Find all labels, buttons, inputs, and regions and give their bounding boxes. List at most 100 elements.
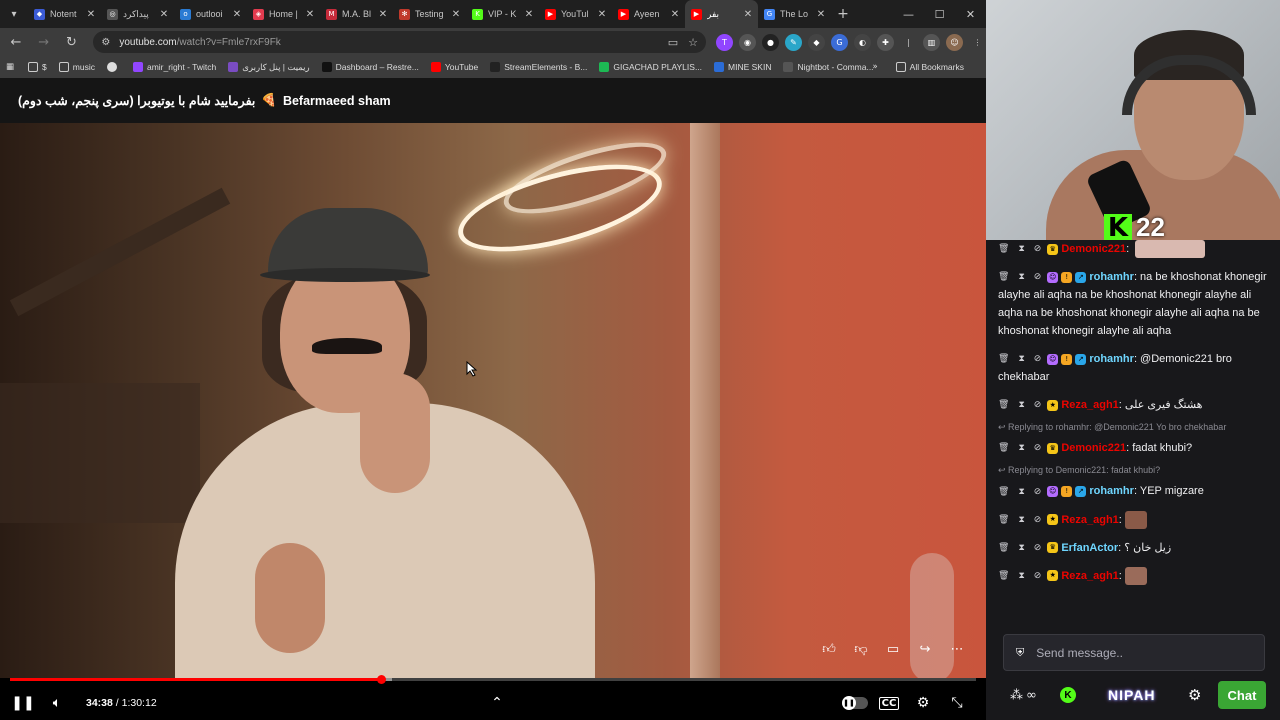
- kick-icon[interactable]: K: [1060, 687, 1076, 703]
- apps-icon[interactable]: ▦: [6, 62, 14, 72]
- browser-tab[interactable]: G The Lo ✕: [758, 0, 831, 28]
- reply-context[interactable]: ↩ Replying to Demonic221: fadat khubi?: [998, 465, 1270, 476]
- forward-icon[interactable]: →: [32, 30, 56, 54]
- emote-image[interactable]: [1124, 566, 1147, 585]
- comment-icon[interactable]: ▭: [882, 638, 904, 660]
- bookmark-item[interactable]: amir_right - Twitch: [132, 62, 216, 72]
- bookmark-item[interactable]: Nightbot - Comma...: [783, 62, 874, 72]
- browser-tab[interactable]: K VIP - K ✕: [466, 0, 539, 28]
- timeout-icon[interactable]: ⧗: [1018, 511, 1024, 529]
- reply-context[interactable]: ↩ Replying to rohamhr: @Demonic221 Yo br…: [998, 422, 1270, 433]
- chat-message[interactable]: 🗑︎ ⧗ ⊘ ★ Reza_agh1:: [998, 510, 1270, 529]
- exit-fullscreen-icon[interactable]: ⤡: [940, 686, 974, 720]
- browser-tab[interactable]: ◆ Notent ✕: [28, 0, 101, 28]
- bookmark-item[interactable]: YouTube: [430, 62, 478, 72]
- profile-avatar[interactable]: ☺: [945, 33, 963, 51]
- chat-send-button[interactable]: Chat: [1218, 681, 1266, 709]
- browser-tab[interactable]: ◈ Home | ✕: [247, 0, 320, 28]
- delete-icon[interactable]: 🗑︎: [998, 396, 1009, 414]
- progress-bar[interactable]: [10, 675, 976, 684]
- minimize-icon[interactable]: —: [893, 0, 924, 28]
- chat-username[interactable]: rohamhr: [1089, 353, 1134, 365]
- chat-username[interactable]: rohamhr: [1089, 485, 1134, 497]
- infinity-icon[interactable]: ∞: [1026, 688, 1037, 703]
- ban-icon[interactable]: ⊘: [1034, 539, 1042, 557]
- tab-close-icon[interactable]: ✕: [304, 9, 316, 20]
- chat-message[interactable]: 🗑︎ ⧗ ⊘ ♛ Demonic221: fadat khubi?: [998, 439, 1270, 457]
- chat-username[interactable]: Reza_agh1: [1061, 570, 1118, 582]
- tab-close-icon[interactable]: ✕: [377, 9, 389, 20]
- delete-icon[interactable]: 🗑︎: [998, 268, 1009, 286]
- delete-icon[interactable]: 🗑︎: [998, 439, 1009, 457]
- video-title[interactable]: بفرمایید شام با یوتیوبرا (سری پنجم، شب د…: [0, 78, 986, 123]
- share-icon[interactable]: ↪: [914, 638, 936, 660]
- chat-username[interactable]: Reza_agh1: [1061, 399, 1118, 411]
- like-icon[interactable]: 👍︎: [818, 638, 840, 660]
- browser-tab[interactable]: o outlooi ✕: [174, 0, 247, 28]
- timeout-icon[interactable]: ⧗: [1018, 396, 1024, 414]
- ext-icon[interactable]: ●: [761, 33, 779, 51]
- new-tab-button[interactable]: +: [831, 6, 855, 22]
- chevron-up-icon[interactable]: ⌃: [480, 686, 514, 720]
- chat-message[interactable]: 🗑︎ ⧗ ⊘ ☺! ↗ rohamhr: @Demonic221 bro chekhaba…: [998, 350, 1270, 386]
- bookmark-item[interactable]: [106, 62, 121, 72]
- tab-close-icon[interactable]: ✕: [742, 9, 754, 20]
- chat-username[interactable]: rohamhr: [1089, 271, 1134, 283]
- subtitles-icon[interactable]: CC: [872, 686, 906, 720]
- chat-message[interactable]: 🗑︎ ⧗ ⊘ ☺! ↗ rohamhr: na be khoshonat khonegir…: [998, 268, 1270, 340]
- tab-search-icon[interactable]: ▾: [0, 0, 28, 28]
- all-bookmarks-folder[interactable]: All Bookmarks: [895, 62, 964, 72]
- sidebar-icon[interactable]: ▥: [922, 33, 940, 51]
- chat-username[interactable]: ErfanActor: [1061, 542, 1118, 554]
- timeout-icon[interactable]: ⧗: [1018, 539, 1024, 557]
- chat-message[interactable]: 🗑︎ ⧗ ⊘ ♛ Demonic221:: [998, 240, 1270, 259]
- delete-icon[interactable]: 🗑︎: [998, 567, 1009, 585]
- bookmark-item[interactable]: ریمیت | پنل کاربری: [228, 62, 310, 73]
- timeout-icon[interactable]: ⧗: [1018, 350, 1024, 368]
- delete-icon[interactable]: 🗑︎: [998, 350, 1009, 368]
- video-frame[interactable]: [0, 123, 986, 678]
- delete-icon[interactable]: 🗑︎: [998, 483, 1009, 501]
- timeout-icon[interactable]: ⧗: [1018, 483, 1024, 501]
- dislike-icon[interactable]: 👎︎: [850, 638, 872, 660]
- volume-icon[interactable]: 🔈︎: [40, 686, 74, 720]
- puzzle-icon[interactable]: ✚: [876, 33, 894, 51]
- ban-icon[interactable]: ⊘: [1034, 240, 1042, 258]
- ext-icon[interactable]: ◐: [853, 33, 871, 51]
- menu-icon[interactable]: ⋮: [968, 33, 986, 51]
- tab-close-icon[interactable]: ✕: [523, 9, 535, 20]
- ext-icon[interactable]: G: [830, 33, 848, 51]
- twitch-ext-icon[interactable]: T: [715, 33, 733, 51]
- maximize-icon[interactable]: ☐: [924, 0, 955, 28]
- browser-tab[interactable]: ◎ پیداکرد ✕: [101, 0, 174, 28]
- bookmark-item[interactable]: Dashboard – Restre...: [321, 62, 419, 72]
- address-bar[interactable]: ⚙ youtube.com/watch?v=Fmle7rxF9Fk ▭ ☆: [93, 31, 706, 53]
- bookmark-item[interactable]: StreamElements - B...: [490, 62, 587, 72]
- ext-icon[interactable]: ◉: [738, 33, 756, 51]
- chat-message[interactable]: 🗑︎ ⧗ ⊘ ★ Reza_agh1: هشتگ فیری علی: [998, 396, 1270, 414]
- reload-icon[interactable]: ↻: [60, 30, 84, 54]
- browser-tab[interactable]: ✻ Testing ✕: [393, 0, 466, 28]
- timeout-icon[interactable]: ⧗: [1018, 567, 1024, 585]
- tab-close-icon[interactable]: ✕: [231, 9, 243, 20]
- chat-message[interactable]: 🗑︎ ⧗ ⊘ ♛ ErfanActor: زیل خان ؟: [998, 539, 1270, 557]
- delete-icon[interactable]: 🗑︎: [998, 240, 1009, 258]
- chat-message[interactable]: 🗑︎ ⧗ ⊘ ☺! ↗ rohamhr: YEP migzare: [998, 482, 1270, 500]
- ban-icon[interactable]: ⊘: [1034, 268, 1042, 286]
- ban-icon[interactable]: ⊘: [1034, 511, 1042, 529]
- bookmark-item[interactable]: music: [58, 62, 95, 72]
- pause-icon[interactable]: ❚❚: [6, 686, 40, 720]
- bookmark-item[interactable]: MINE SKIN: [714, 62, 771, 72]
- chat-username[interactable]: Reza_agh1: [1061, 514, 1118, 526]
- settings-icon[interactable]: ⚙: [906, 686, 940, 720]
- ext-icon[interactable]: ✎: [784, 33, 802, 51]
- emote-picker-icon[interactable]: ⁂: [1010, 688, 1023, 703]
- bookmark-item[interactable]: GIGACHAD PLAYLIS...: [599, 62, 702, 72]
- browser-tab[interactable]: ▶ Ayeen ✕: [612, 0, 685, 28]
- back-icon[interactable]: ←: [4, 30, 28, 54]
- cast-icon[interactable]: ▭: [668, 36, 678, 49]
- tab-close-icon[interactable]: ✕: [450, 9, 462, 20]
- more-icon[interactable]: ⋯: [946, 638, 968, 660]
- chat-username[interactable]: Demonic221: [1061, 243, 1126, 255]
- bookmark-star-icon[interactable]: ☆: [688, 36, 698, 49]
